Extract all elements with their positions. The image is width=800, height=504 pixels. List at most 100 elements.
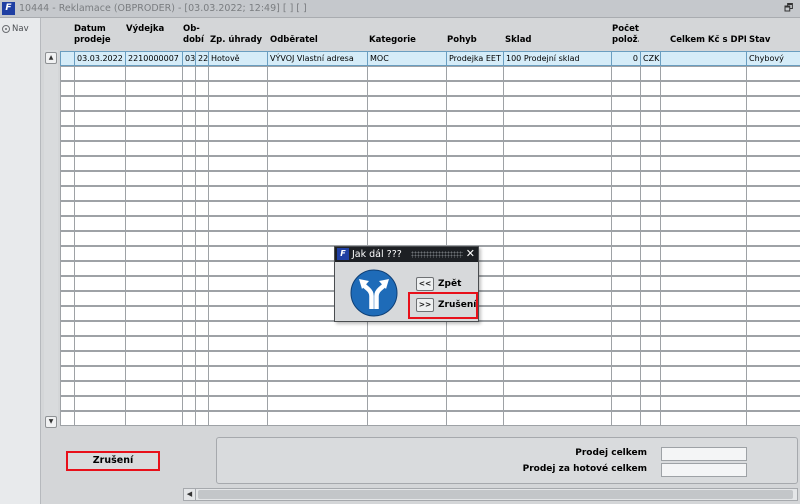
table-cell[interactable] xyxy=(446,111,504,126)
table-row[interactable] xyxy=(60,96,800,111)
row-indicator-cell[interactable] xyxy=(60,156,75,171)
table-cell[interactable]: CZK xyxy=(640,51,661,66)
header-vydejka[interactable]: Výdejka xyxy=(126,24,181,35)
table-cell[interactable] xyxy=(125,246,183,261)
table-cell[interactable] xyxy=(446,81,504,96)
table-cell[interactable] xyxy=(660,126,747,141)
table-cell[interactable] xyxy=(503,201,612,216)
table-cell[interactable] xyxy=(125,156,183,171)
table-cell[interactable] xyxy=(611,291,641,306)
table-cell[interactable] xyxy=(503,216,612,231)
table-cell[interactable] xyxy=(660,306,747,321)
row-indicator-cell[interactable] xyxy=(60,291,75,306)
table-cell[interactable] xyxy=(660,351,747,366)
table-cell[interactable] xyxy=(503,66,612,81)
table-cell[interactable] xyxy=(367,216,447,231)
row-indicator-cell[interactable] xyxy=(60,81,75,96)
table-cell[interactable] xyxy=(503,306,612,321)
table-cell[interactable] xyxy=(446,336,504,351)
table-cell[interactable] xyxy=(74,186,126,201)
table-cell[interactable] xyxy=(267,381,368,396)
table-cell[interactable] xyxy=(640,246,661,261)
table-cell[interactable] xyxy=(195,156,209,171)
table-cell[interactable] xyxy=(125,321,183,336)
table-cell[interactable] xyxy=(208,291,268,306)
table-cell[interactable] xyxy=(208,111,268,126)
header-obdobi[interactable]: Ob- dobí xyxy=(183,24,207,46)
table-cell[interactable] xyxy=(611,396,641,411)
row-indicator-cell[interactable] xyxy=(60,216,75,231)
table-cell[interactable] xyxy=(208,126,268,141)
table-cell[interactable]: Hotově xyxy=(208,51,268,66)
header-sklad[interactable]: Sklad xyxy=(505,35,609,46)
table-cell[interactable] xyxy=(446,366,504,381)
table-cell[interactable] xyxy=(195,261,209,276)
table-cell[interactable] xyxy=(640,276,661,291)
table-row[interactable] xyxy=(60,66,800,81)
header-datum-prodeje[interactable]: Datum prodeje xyxy=(74,24,124,46)
table-cell[interactable] xyxy=(195,186,209,201)
table-cell[interactable] xyxy=(74,366,126,381)
table-cell[interactable] xyxy=(208,96,268,111)
header-zp-uhrady[interactable]: Zp. úhrady xyxy=(210,35,266,46)
table-cell[interactable] xyxy=(640,96,661,111)
table-cell[interactable] xyxy=(640,171,661,186)
table-cell[interactable] xyxy=(125,96,183,111)
row-indicator-cell[interactable] xyxy=(60,171,75,186)
table-cell[interactable] xyxy=(267,96,368,111)
table-cell[interactable] xyxy=(74,231,126,246)
table-cell[interactable] xyxy=(746,261,800,276)
table-cell[interactable]: 03 xyxy=(182,51,196,66)
table-cell[interactable] xyxy=(446,396,504,411)
table-cell[interactable] xyxy=(182,216,196,231)
table-cell[interactable] xyxy=(446,171,504,186)
table-cell[interactable] xyxy=(208,81,268,96)
table-cell[interactable]: VÝVOJ Vlastní adresa xyxy=(267,51,368,66)
table-cell[interactable] xyxy=(208,336,268,351)
table-cell[interactable] xyxy=(208,351,268,366)
table-cell[interactable] xyxy=(611,201,641,216)
table-cell[interactable] xyxy=(611,66,641,81)
table-cell[interactable] xyxy=(660,171,747,186)
table-cell[interactable] xyxy=(195,381,209,396)
table-cell[interactable] xyxy=(195,336,209,351)
row-indicator-cell[interactable] xyxy=(60,261,75,276)
table-cell[interactable] xyxy=(746,66,800,81)
table-cell[interactable] xyxy=(74,411,126,426)
table-cell[interactable] xyxy=(195,411,209,426)
cancel-button[interactable]: Zrušení xyxy=(66,451,160,471)
table-cell[interactable] xyxy=(195,201,209,216)
table-cell[interactable] xyxy=(367,111,447,126)
table-cell[interactable] xyxy=(367,201,447,216)
table-cell[interactable] xyxy=(208,156,268,171)
table-cell[interactable] xyxy=(208,366,268,381)
table-cell[interactable] xyxy=(611,261,641,276)
header-kategorie[interactable]: Kategorie xyxy=(369,35,445,46)
table-cell[interactable] xyxy=(367,366,447,381)
row-indicator-cell[interactable] xyxy=(60,186,75,201)
table-cell[interactable] xyxy=(503,336,612,351)
table-cell[interactable] xyxy=(195,66,209,81)
table-cell[interactable] xyxy=(195,321,209,336)
table-cell[interactable] xyxy=(503,291,612,306)
scroll-left-icon[interactable]: ◀ xyxy=(184,489,196,500)
table-cell[interactable] xyxy=(208,201,268,216)
table-cell[interactable] xyxy=(746,381,800,396)
header-odberatel[interactable]: Odběratel xyxy=(270,35,366,46)
table-cell[interactable] xyxy=(74,81,126,96)
table-cell[interactable] xyxy=(125,276,183,291)
table-cell[interactable] xyxy=(611,246,641,261)
table-cell[interactable] xyxy=(611,141,641,156)
table-cell[interactable] xyxy=(195,216,209,231)
table-cell[interactable] xyxy=(660,216,747,231)
table-cell[interactable] xyxy=(74,171,126,186)
table-cell[interactable] xyxy=(746,366,800,381)
table-cell[interactable] xyxy=(125,126,183,141)
table-row[interactable] xyxy=(60,411,800,426)
table-cell[interactable] xyxy=(182,186,196,201)
table-row[interactable] xyxy=(60,396,800,411)
table-cell[interactable] xyxy=(195,96,209,111)
table-cell[interactable] xyxy=(267,156,368,171)
table-cell[interactable] xyxy=(611,276,641,291)
table-cell[interactable] xyxy=(660,381,747,396)
